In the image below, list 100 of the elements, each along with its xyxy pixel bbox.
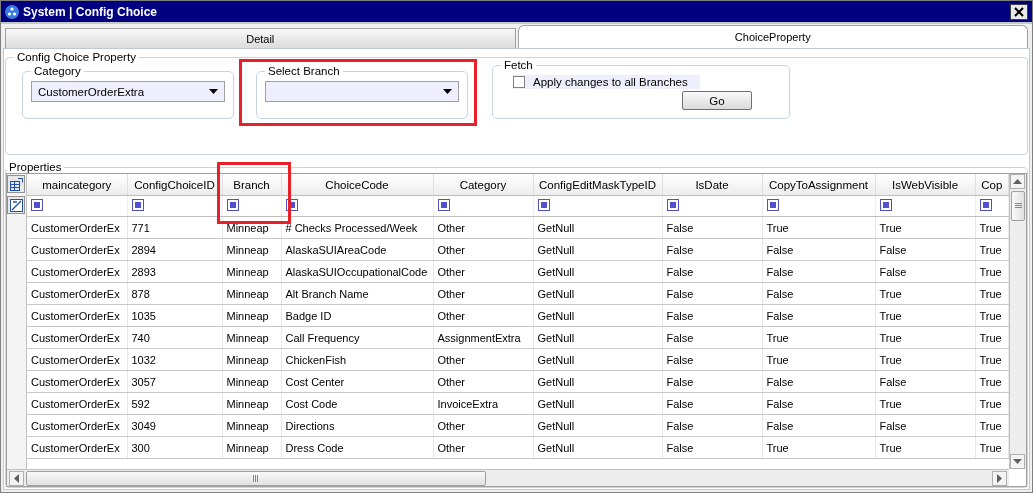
table-cell: False: [762, 282, 875, 305]
table-cell: Other: [433, 414, 533, 437]
group-label: Fetch: [503, 59, 534, 71]
table-cell: # Checks Processed/Week: [281, 216, 433, 239]
horizontal-scrollbar[interactable]: [7, 469, 1009, 486]
app-icon: [5, 4, 19, 19]
table-cell: GetNull: [533, 436, 662, 459]
tab[interactable]: ChoiceProperty: [517, 25, 1028, 48]
scrollbar-thumb[interactable]: [1011, 191, 1025, 221]
column-header[interactable]: CopyToAssignment: [762, 174, 875, 196]
table-cell: 300: [127, 436, 222, 459]
go-button[interactable]: Go: [682, 91, 752, 110]
column-header[interactable]: maincategory: [27, 174, 127, 196]
column-header[interactable]: Category: [433, 174, 533, 196]
dropdown[interactable]: CustomerOrderExtra: [31, 81, 225, 102]
table-cell: 592: [127, 392, 222, 415]
filter-icon[interactable]: [131, 198, 144, 211]
table-cell: True: [975, 348, 1009, 371]
table-cell: True: [875, 326, 975, 349]
filter-icon[interactable]: [226, 198, 239, 211]
column-chooser-button[interactable]: [7, 175, 25, 193]
table-cell: Minneap: [222, 392, 281, 415]
table-cell: Minneap: [222, 370, 281, 393]
table-cell: GetNull: [533, 238, 662, 261]
clear-filter-button[interactable]: [7, 196, 25, 214]
table-cell: 740: [127, 326, 222, 349]
table-cell: 2894: [127, 238, 222, 261]
table-cell: Other: [433, 260, 533, 283]
table-cell: True: [975, 326, 1009, 349]
table-cell: Other: [433, 216, 533, 239]
table-cell: True: [975, 282, 1009, 305]
table-cell: GetNull: [533, 348, 662, 371]
table-cell: False: [875, 370, 975, 393]
table-cell: Other: [433, 238, 533, 261]
table-cell: True: [975, 260, 1009, 283]
table-cell: True: [975, 216, 1009, 239]
table-cell: Call Frequency: [281, 326, 433, 349]
table-cell: True: [975, 414, 1009, 437]
table-cell: Minneap: [222, 326, 281, 349]
filter-icon[interactable]: [285, 198, 298, 211]
table-cell: GetNull: [533, 392, 662, 415]
close-button[interactable]: [1010, 3, 1028, 20]
table-cell: True: [975, 304, 1009, 327]
checkbox[interactable]: Apply changes to all Branches: [513, 75, 700, 89]
table-cell: True: [762, 348, 875, 371]
table-cell: CustomerOrderEx: [27, 216, 127, 239]
table-cell: False: [662, 436, 762, 459]
table-cell: True: [762, 436, 875, 459]
table-cell: GetNull: [533, 282, 662, 305]
table-cell: 2893: [127, 260, 222, 283]
filter-icon[interactable]: [979, 198, 992, 211]
column-header[interactable]: Branch: [222, 174, 281, 196]
filter-icon[interactable]: [666, 198, 679, 211]
table-cell: CustomerOrderEx: [27, 238, 127, 261]
table-cell: True: [875, 348, 975, 371]
table-cell: Minneap: [222, 260, 281, 283]
right-arrow-icon: [997, 473, 1002, 483]
table-cell: False: [762, 370, 875, 393]
filter-icon[interactable]: [766, 198, 779, 211]
group-label: Category: [33, 65, 82, 77]
table-cell: True: [762, 326, 875, 349]
table-cell: False: [762, 238, 875, 261]
column-header[interactable]: ConfigChoiceID: [127, 174, 222, 196]
table-cell: True: [875, 436, 975, 459]
table-cell: 3057: [127, 370, 222, 393]
table-cell: GetNull: [533, 326, 662, 349]
table-cell: CustomerOrderEx: [27, 392, 127, 415]
close-icon: [1014, 6, 1024, 17]
scrollbar-thumb[interactable]: [26, 470, 486, 486]
table-cell: False: [662, 282, 762, 305]
table-cell: False: [762, 260, 875, 283]
table-cell: GetNull: [533, 216, 662, 239]
filter-icon[interactable]: [879, 198, 892, 211]
table-cell: Alt Branch Name: [281, 282, 433, 305]
table-cell: Directions: [281, 414, 433, 437]
column-header[interactable]: ConfigEditMaskTypeID: [533, 174, 662, 196]
table-cell: CustomerOrderEx: [27, 348, 127, 371]
column-header[interactable]: IsWebVisible: [875, 174, 975, 196]
table-cell: Cost Center: [281, 370, 433, 393]
checkbox-box[interactable]: [513, 76, 525, 88]
table-cell: 1035: [127, 304, 222, 327]
table-cell: AlaskaSUIOccupationalCode: [281, 260, 433, 283]
column-header[interactable]: ChoiceCode: [281, 174, 433, 196]
table-cell: False: [875, 414, 975, 437]
table-cell: True: [875, 282, 975, 305]
table-cell: True: [875, 304, 975, 327]
tab[interactable]: Detail: [5, 28, 516, 48]
table-cell: False: [762, 414, 875, 437]
filter-icon[interactable]: [537, 198, 550, 211]
filter-icon[interactable]: [31, 198, 43, 211]
vertical-scrollbar[interactable]: [1009, 174, 1026, 469]
table-cell: False: [875, 260, 975, 283]
table-cell: InvoiceExtra: [433, 392, 533, 415]
table-cell: Minneap: [222, 216, 281, 239]
table-cell: True: [975, 238, 1009, 261]
filter-icon[interactable]: [437, 198, 450, 211]
table-cell: Minneap: [222, 414, 281, 437]
column-header[interactable]: Cop: [975, 174, 1009, 196]
column-header[interactable]: IsDate: [662, 174, 762, 196]
table-cell: False: [662, 392, 762, 415]
